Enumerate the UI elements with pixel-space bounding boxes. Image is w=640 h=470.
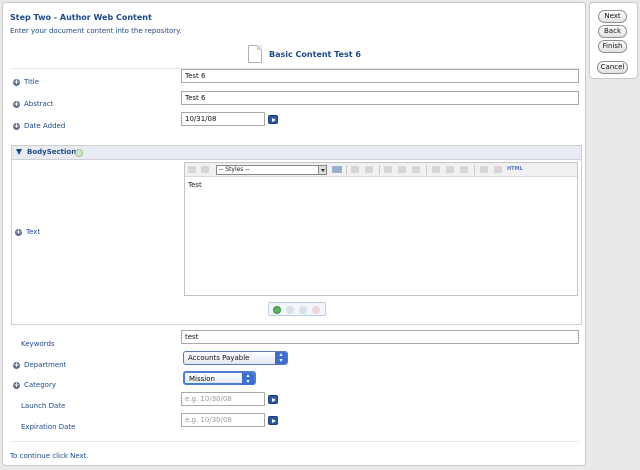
- calendar-arrow-icon[interactable]: [268, 416, 278, 425]
- special-char-icon[interactable]: [460, 166, 468, 173]
- body-section-title: BodySection: [27, 148, 77, 156]
- launch-date-field[interactable]: e.g. 10/30/08: [181, 392, 265, 406]
- editor-toolbar: -- Styles -- HTML: [185, 163, 577, 177]
- edit-icon[interactable]: [332, 166, 342, 173]
- title-label[interactable]: + Title: [13, 78, 39, 86]
- editor-content[interactable]: Test: [188, 181, 202, 189]
- move-up-icon[interactable]: [286, 306, 294, 314]
- keywords-field[interactable]: test: [181, 330, 579, 344]
- select-arrows-icon: ▴ ▾: [242, 373, 254, 385]
- redo-icon[interactable]: [201, 166, 209, 173]
- department-select[interactable]: Accounts Payable ▴ ▾: [183, 351, 288, 365]
- rich-text-editor[interactable]: -- Styles -- HTML Test: [184, 162, 578, 296]
- content-panel: Step Two - Author Web Content Enter your…: [2, 2, 586, 466]
- category-select-value: Mission: [189, 375, 215, 383]
- category-label[interactable]: + Category: [13, 381, 56, 389]
- step-title: Step Two - Author Web Content: [10, 13, 152, 22]
- select-arrows-icon: ▴ ▾: [275, 352, 287, 364]
- expiration-date-field[interactable]: e.g. 10/30/08: [181, 413, 265, 427]
- title-field[interactable]: Test 6: [181, 69, 579, 83]
- document-icon: [248, 45, 262, 63]
- cancel-button[interactable]: Cancel: [597, 61, 628, 74]
- launch-date-label: Launch Date: [21, 402, 66, 410]
- add-circle-icon[interactable]: [75, 149, 83, 157]
- toolbar-separator: [474, 165, 475, 175]
- date-added-field[interactable]: 10/31/08: [181, 112, 265, 126]
- section-actions: [268, 302, 326, 316]
- wizard-nav: Next Back Finish Cancel: [589, 2, 638, 79]
- footer-instructions: To continue click Next.: [10, 452, 89, 460]
- align-right-icon[interactable]: [365, 166, 373, 173]
- align-left-icon[interactable]: [351, 166, 359, 173]
- add-section-icon[interactable]: [273, 306, 281, 314]
- remove-section-icon[interactable]: [312, 306, 320, 314]
- department-label[interactable]: + Department: [13, 361, 66, 369]
- body-section: BodySection + Text -- Styles -- HTML Tes…: [11, 145, 582, 325]
- styles-select[interactable]: -- Styles --: [216, 165, 327, 175]
- move-down-icon[interactable]: [299, 306, 307, 314]
- superscript-icon[interactable]: [432, 166, 440, 173]
- undo-icon[interactable]: [188, 166, 196, 173]
- collapse-triangle-icon[interactable]: [16, 149, 22, 155]
- finish-button[interactable]: Finish: [598, 40, 627, 53]
- styles-select-value: -- Styles --: [219, 166, 250, 173]
- content-title: Basic Content Test 6: [269, 50, 361, 59]
- instructions-text: Enter your document content into the rep…: [10, 27, 182, 35]
- plus-circle-icon[interactable]: +: [15, 228, 22, 236]
- plus-circle-icon[interactable]: +: [13, 100, 20, 108]
- toolbar-separator: [346, 165, 347, 175]
- divider: [11, 441, 579, 442]
- calendar-arrow-icon[interactable]: [268, 395, 278, 404]
- list-icon[interactable]: [384, 166, 392, 173]
- text-label[interactable]: + Text: [15, 228, 40, 236]
- next-button[interactable]: Next: [598, 10, 627, 23]
- body-section-header[interactable]: BodySection: [12, 146, 581, 160]
- abstract-label[interactable]: + Abstract: [13, 100, 53, 108]
- toolbar-separator: [426, 165, 427, 175]
- abstract-field[interactable]: Test 6: [181, 91, 579, 105]
- html-button[interactable]: HTML: [507, 166, 523, 172]
- plus-circle-icon[interactable]: +: [13, 361, 20, 369]
- indent-icon[interactable]: [412, 166, 420, 173]
- plus-circle-icon[interactable]: +: [13, 78, 20, 86]
- numbered-list-icon[interactable]: [398, 166, 406, 173]
- calendar-arrow-icon[interactable]: [268, 115, 278, 124]
- plus-circle-icon[interactable]: +: [13, 381, 20, 389]
- plus-circle-icon[interactable]: +: [13, 122, 20, 130]
- table-icon[interactable]: [480, 166, 488, 173]
- category-select[interactable]: Mission ▴ ▾: [183, 371, 256, 385]
- toolbar-separator: [379, 165, 380, 175]
- department-select-value: Accounts Payable: [188, 354, 250, 362]
- date-added-label[interactable]: + Date Added: [13, 122, 65, 130]
- back-button[interactable]: Back: [598, 25, 627, 38]
- keywords-label: Keywords: [21, 340, 55, 348]
- subscript-icon[interactable]: [446, 166, 454, 173]
- expiration-date-label: Expiration Date: [21, 423, 76, 431]
- table-row-icon[interactable]: [494, 166, 502, 173]
- chevron-down-icon: [318, 166, 326, 174]
